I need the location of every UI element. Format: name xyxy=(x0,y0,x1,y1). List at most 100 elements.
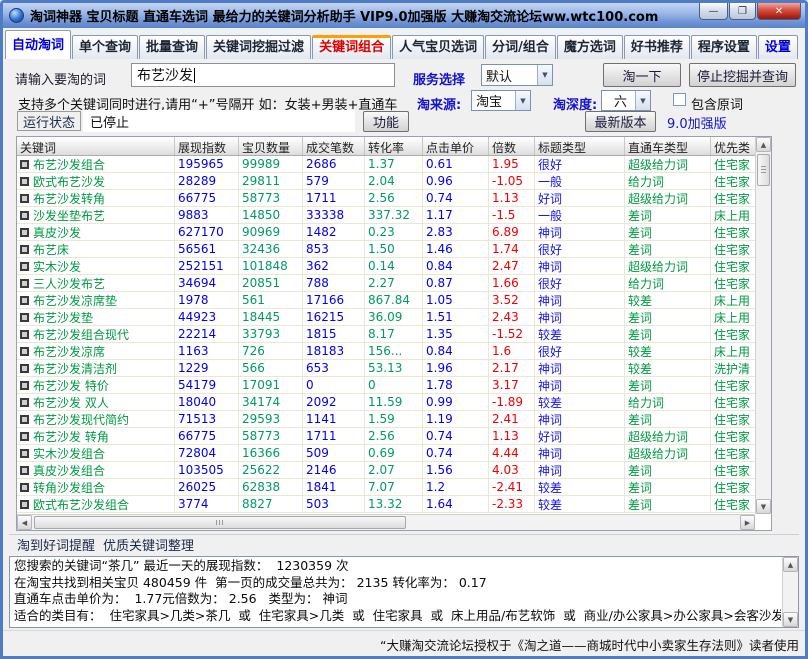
table-row[interactable]: 布艺沙发组合现代222143379318158.171.35-1.52较差差词住… xyxy=(17,326,755,343)
row-checkbox[interactable] xyxy=(20,381,29,390)
table-row[interactable]: 布艺沙发 特价5417917091001.783.17神词差词住宅家 xyxy=(17,377,755,394)
row-checkbox[interactable] xyxy=(20,262,29,271)
tab-split-combo[interactable]: 分词/组合 xyxy=(485,35,556,59)
subtab-good-word-alert[interactable]: 淘到好词提醒 xyxy=(17,535,95,554)
row-checkbox[interactable] xyxy=(20,449,29,458)
column-header-keyword[interactable]: 关键词 xyxy=(17,137,175,155)
source-select[interactable]: 淘宝 ▼ xyxy=(471,90,531,111)
row-checkbox[interactable] xyxy=(20,347,29,356)
deal-count-cell: 0 xyxy=(303,377,365,393)
row-checkbox[interactable] xyxy=(20,228,29,237)
tab-settings[interactable]: 设置 xyxy=(758,35,798,59)
table-row[interactable]: 三人沙发布艺34694208517882.270.871.66很好给力词住宅家 xyxy=(17,275,755,292)
scroll-down-button[interactable]: ▼ xyxy=(756,499,771,514)
vertical-scroll-thumb[interactable] xyxy=(757,154,770,186)
tab-mofang-words[interactable]: 魔方选词 xyxy=(557,35,623,59)
column-header-priority-category[interactable]: 优先类 xyxy=(711,137,755,155)
table-row[interactable]: 转角沙发组合260256283818417.071.2-2.41较差差词住宅家 xyxy=(17,479,755,496)
tab-keyword-mining-filter[interactable]: 关键词挖掘过滤 xyxy=(206,35,311,59)
row-checkbox[interactable] xyxy=(20,177,29,186)
row-checkbox[interactable] xyxy=(20,245,29,254)
close-button[interactable]: ✕ xyxy=(757,3,801,20)
function-button[interactable]: 功能 xyxy=(363,111,409,132)
table-vertical-scrollbar[interactable]: ▲ ▼ xyxy=(755,137,771,514)
stop-mining-button[interactable]: 停止挖掘并查询 xyxy=(689,63,796,87)
scroll-up-button[interactable]: ▲ xyxy=(756,137,771,152)
row-checkbox[interactable] xyxy=(20,415,29,424)
table-row[interactable]: 布艺沙发转角667755877317112.560.741.13好词超级给力词住… xyxy=(17,190,755,207)
row-checkbox[interactable] xyxy=(20,483,29,492)
column-header-impression-index[interactable]: 展现指数 xyxy=(175,137,239,155)
row-checkbox[interactable] xyxy=(20,364,29,373)
title-bar[interactable]: 淘词神器 宝贝标题 直通车选词 最给力的关键词分析助手 VIP9.0加强版 大赚… xyxy=(3,3,805,28)
item-count-cell: 33793 xyxy=(239,326,303,342)
table-row[interactable]: 布艺沙发现代简约715132959311411.591.192.41神词差词住宅… xyxy=(17,411,755,428)
tab-auto-taoci[interactable]: 自动淘词 xyxy=(5,30,71,59)
service-select[interactable]: 默认 ▼ xyxy=(481,64,553,86)
depth-select-value: 六 xyxy=(602,91,635,110)
table-row[interactable]: 布艺沙发垫44923184451621536.091.512.43神词差词床上用 xyxy=(17,309,755,326)
tab-popular-item-words[interactable]: 人气宝贝选词 xyxy=(392,35,484,59)
table-row[interactable]: 布艺床56561324368531.501.461.74很好差词住宅家 xyxy=(17,241,755,258)
chevron-down-icon[interactable]: ▼ xyxy=(635,91,650,110)
row-checkbox[interactable] xyxy=(20,194,29,203)
table-row[interactable]: 布艺沙发凉席116372618183156...0.841.6很好较差床上用 xyxy=(17,343,755,360)
row-checkbox[interactable] xyxy=(20,160,29,169)
row-checkbox[interactable] xyxy=(20,330,29,339)
column-header-title-type[interactable]: 标题类型 xyxy=(535,137,625,155)
click-price-cell: 1.96 xyxy=(423,360,489,376)
row-checkbox[interactable] xyxy=(20,296,29,305)
keyword-input[interactable]: 布艺沙发 xyxy=(131,63,395,87)
table-row[interactable]: 欧式布艺沙发28289298115792.040.96-1.05一般给力词住宅家 xyxy=(17,173,755,190)
column-header-item-count[interactable]: 宝贝数量 xyxy=(239,137,303,155)
maximize-button[interactable]: ❐ xyxy=(729,3,756,20)
include-original-checkbox[interactable] xyxy=(673,93,686,106)
table-row[interactable]: 真皮沙发组合1035052562221462.071.564.03神词差词住宅家 xyxy=(17,462,755,479)
row-checkbox[interactable] xyxy=(20,466,29,475)
row-checkbox[interactable] xyxy=(20,211,29,220)
row-checkbox[interactable] xyxy=(20,432,29,441)
depth-select[interactable]: 六 ▼ xyxy=(601,90,651,111)
scroll-up-button[interactable]: ▲ xyxy=(783,557,798,572)
scroll-down-button[interactable]: ▼ xyxy=(783,612,798,627)
table-horizontal-scrollbar[interactable]: ◀ ▶ xyxy=(17,514,755,530)
tab-book-recommend[interactable]: 好书推荐 xyxy=(624,35,690,59)
tab-single-query[interactable]: 单个查询 xyxy=(72,35,138,59)
item-count-cell: 58773 xyxy=(239,428,303,444)
scroll-left-button[interactable]: ◀ xyxy=(17,515,32,530)
row-checkbox[interactable] xyxy=(20,313,29,322)
table-row[interactable]: 布艺沙发组合1959659998926861.370.611.95很好超级给力词… xyxy=(17,156,755,173)
tab-keyword-combo[interactable]: 关键词组合 xyxy=(312,35,391,59)
subtab-quality-keyword-organize[interactable]: 优质关键词整理 xyxy=(103,535,194,554)
click-price-cell: 0.87 xyxy=(423,275,489,291)
search-button[interactable]: 淘一下 xyxy=(603,63,681,87)
row-checkbox[interactable] xyxy=(20,500,29,509)
column-header-ztc-type[interactable]: 直通车类型 xyxy=(625,137,711,155)
table-row[interactable]: 布艺沙发凉席垫197856117166867.841.053.52神词较差床上用 xyxy=(17,292,755,309)
scroll-right-button[interactable]: ▶ xyxy=(740,515,755,530)
table-row[interactable]: 真皮沙发6271709096914820.232.836.89神词差词住宅家 xyxy=(17,224,755,241)
latest-version-button[interactable]: 最新版本 xyxy=(585,111,656,132)
table-row[interactable]: 布艺沙发 转角667755877317112.560.741.13好词超级给力词… xyxy=(17,428,755,445)
table-row[interactable]: 实木沙发组合72804163665090.690.744.44神词超级给力词住宅… xyxy=(17,445,755,462)
table-row[interactable]: 布艺沙发清洁剂122956665353.131.962.17神词较差洗护清 xyxy=(17,360,755,377)
column-header-conversion-rate[interactable]: 转化率 xyxy=(365,137,423,155)
tab-batch-query[interactable]: 批量查询 xyxy=(139,35,205,59)
column-header-multiple[interactable]: 倍数 xyxy=(489,137,535,155)
table-row[interactable]: 布艺沙发 双人1804034174209211.590.99-1.89较差给力词… xyxy=(17,394,755,411)
row-checkbox[interactable] xyxy=(20,398,29,407)
column-header-deal-count[interactable]: 成交笔数 xyxy=(303,137,365,155)
tab-program-settings[interactable]: 程序设置 xyxy=(691,35,757,59)
row-checkbox[interactable] xyxy=(20,279,29,288)
minimize-button[interactable]: — xyxy=(699,3,728,20)
table-row[interactable]: 沙发坐垫布艺98831485033338337.321.17-1.5一般差词床上… xyxy=(17,207,755,224)
horizontal-scroll-thumb[interactable] xyxy=(34,516,406,529)
message-scrollbar[interactable]: ▲ ▼ xyxy=(782,557,798,627)
table-row[interactable]: 欧式布艺沙发组合3774882750313.321.64-2.33较差差词住宅家 xyxy=(17,496,755,513)
table-row[interactable]: 实木沙发2521511018483620.140.842.47神词超级给力词住宅… xyxy=(17,258,755,275)
chevron-down-icon[interactable]: ▼ xyxy=(515,91,530,110)
close-icon: ✕ xyxy=(775,6,783,17)
column-header-click-price[interactable]: 点击单价 xyxy=(423,137,489,155)
source-select-value: 淘宝 xyxy=(472,91,515,110)
chevron-down-icon[interactable]: ▼ xyxy=(537,65,552,85)
